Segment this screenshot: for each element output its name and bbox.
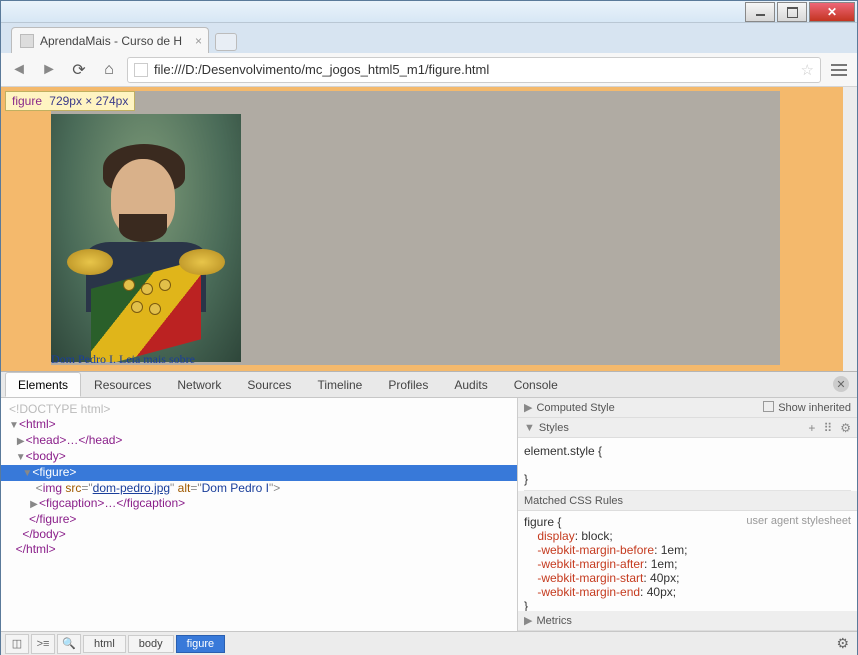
twist-icon[interactable]: ▼ — [16, 450, 26, 465]
twist-icon[interactable]: ▼ — [9, 418, 19, 433]
toggle-state-icon[interactable]: ⠿ — [823, 421, 832, 435]
breadcrumb-body[interactable]: body — [128, 635, 174, 653]
computed-style-header[interactable]: ▶Computed Style Show inherited — [518, 398, 857, 418]
browser-window: ✕ AprendaMais - Curso de H × ◄ ► ⟳ ⌂ fil… — [0, 0, 858, 655]
tab-title: AprendaMais - Curso de H — [40, 34, 182, 48]
css-selector: figure { — [524, 515, 561, 529]
viewport-scrollbar-thumb[interactable] — [844, 187, 856, 237]
figure-image — [51, 114, 241, 362]
css-declaration[interactable]: -webkit-margin-after: 1em; — [524, 557, 851, 571]
dom-head: <head>…</head> — [26, 433, 123, 447]
tab-close-icon[interactable]: × — [195, 34, 202, 48]
devtools-body: <!DOCTYPE html> ▼<html> ▶<head>…</head> … — [1, 398, 857, 631]
css-declaration[interactable]: -webkit-margin-start: 40px; — [524, 571, 851, 585]
dom-img-node[interactable]: <img src="dom-pedro.jpg" alt="Dom Pedro … — [1, 481, 517, 496]
devtools-tabbar: Elements Resources Network Sources Timel… — [1, 372, 857, 398]
inspect-element-icon[interactable]: 🔍 — [57, 634, 81, 654]
settings-gear-icon[interactable]: ⚙ — [836, 635, 849, 652]
devtools-tab-timeline[interactable]: Timeline — [304, 372, 375, 397]
browser-tab[interactable]: AprendaMais - Curso de H × — [11, 27, 209, 53]
figure-caption: Dom Pedro I. Leia mais sobre — [51, 352, 195, 367]
devtools-close-icon[interactable]: ✕ — [833, 376, 849, 392]
devtools-tab-profiles[interactable]: Profiles — [375, 372, 441, 397]
matched-rules-header: Matched CSS Rules — [518, 491, 857, 511]
home-button[interactable]: ⌂ — [97, 58, 121, 82]
inspect-tooltip: figure 729px × 274px — [5, 91, 135, 111]
forward-button[interactable]: ► — [37, 58, 61, 82]
css-declaration[interactable]: -webkit-margin-before: 1em; — [524, 543, 851, 557]
chevron-right-icon: ▶ — [524, 402, 532, 414]
devtools-tab-network[interactable]: Network — [164, 372, 234, 397]
styles-pane-header[interactable]: ▼Styles + ⠿ ⚙ — [518, 418, 857, 438]
window-titlebar: ✕ — [1, 1, 857, 23]
window-minimize-button[interactable] — [745, 2, 775, 22]
tooltip-tagname: figure — [12, 94, 42, 108]
devtools-tab-console[interactable]: Console — [501, 372, 571, 397]
new-tab-button[interactable] — [215, 33, 237, 51]
window-maximize-button[interactable] — [777, 2, 807, 22]
browser-toolbar: ◄ ► ⟳ ⌂ file:///D:/Desenvolvimento/mc_jo… — [1, 53, 857, 87]
metrics-pane-header[interactable]: ▶Metrics — [518, 611, 857, 631]
breadcrumb-figure[interactable]: figure — [176, 635, 226, 653]
dom-figcaption: <figcaption>…</figcaption> — [39, 496, 185, 510]
ua-stylesheet-label: user agent stylesheet — [746, 515, 851, 527]
show-inherited-checkbox[interactable] — [763, 401, 774, 412]
address-bar[interactable]: file:///D:/Desenvolvimento/mc_jogos_html… — [127, 57, 821, 83]
new-rule-icon[interactable]: + — [808, 421, 815, 435]
url-text: file:///D:/Desenvolvimento/mc_jogos_html… — [154, 62, 801, 77]
breadcrumb-html[interactable]: html — [83, 635, 126, 653]
devtools-tab-audits[interactable]: Audits — [441, 372, 500, 397]
tab-strip: AprendaMais - Curso de H × — [1, 23, 857, 53]
dom-html-open: <html> — [19, 417, 56, 431]
page-viewport: Dom Pedro I. Leia mais sobre figure 729p… — [1, 87, 857, 371]
devtools-tab-resources[interactable]: Resources — [81, 372, 164, 397]
dom-body-close: </body> — [22, 527, 65, 541]
chevron-right-icon: ▶ — [524, 615, 532, 627]
gear-icon[interactable]: ⚙ — [840, 421, 851, 435]
dom-body-open: <body> — [26, 449, 66, 463]
css-declaration[interactable]: display: block; — [524, 529, 851, 543]
twist-icon[interactable]: ▶ — [16, 434, 26, 449]
dom-tree[interactable]: <!DOCTYPE html> ▼<html> ▶<head>…</head> … — [1, 398, 518, 631]
page-icon — [134, 63, 148, 77]
twist-icon[interactable]: ▶ — [29, 497, 39, 512]
devtools-tab-sources[interactable]: Sources — [234, 372, 304, 397]
css-declaration[interactable]: -webkit-margin-end: 40px; — [524, 585, 851, 599]
styles-content[interactable]: element.style { } Matched CSS Rules user… — [518, 438, 857, 611]
dock-side-icon[interactable]: ◫ — [5, 634, 29, 654]
styles-sidebar: ▶Computed Style Show inherited ▼Styles +… — [518, 398, 857, 631]
back-button[interactable]: ◄ — [7, 58, 31, 82]
devtools-tab-elements[interactable]: Elements — [5, 372, 81, 397]
devtools-footer: ◫ >≡ 🔍 html body figure ⚙ — [1, 631, 857, 655]
devtools-panel: Elements Resources Network Sources Timel… — [1, 371, 857, 655]
show-console-icon[interactable]: >≡ — [31, 634, 55, 654]
dom-selected-node[interactable]: ▼<figure> — [1, 465, 517, 481]
chevron-down-icon: ▼ — [524, 422, 535, 434]
window-close-button[interactable]: ✕ — [809, 2, 855, 22]
favicon-icon — [20, 34, 34, 48]
dom-html-close: </html> — [16, 542, 56, 556]
reload-button[interactable]: ⟳ — [67, 58, 91, 82]
dom-figure-close: </figure> — [29, 512, 76, 526]
chrome-menu-button[interactable] — [827, 58, 851, 82]
tooltip-dimensions: 729px × 274px — [49, 94, 128, 108]
bookmark-star-icon[interactable]: ☆ — [801, 61, 814, 79]
dom-doctype: <!DOCTYPE html> — [9, 402, 110, 416]
